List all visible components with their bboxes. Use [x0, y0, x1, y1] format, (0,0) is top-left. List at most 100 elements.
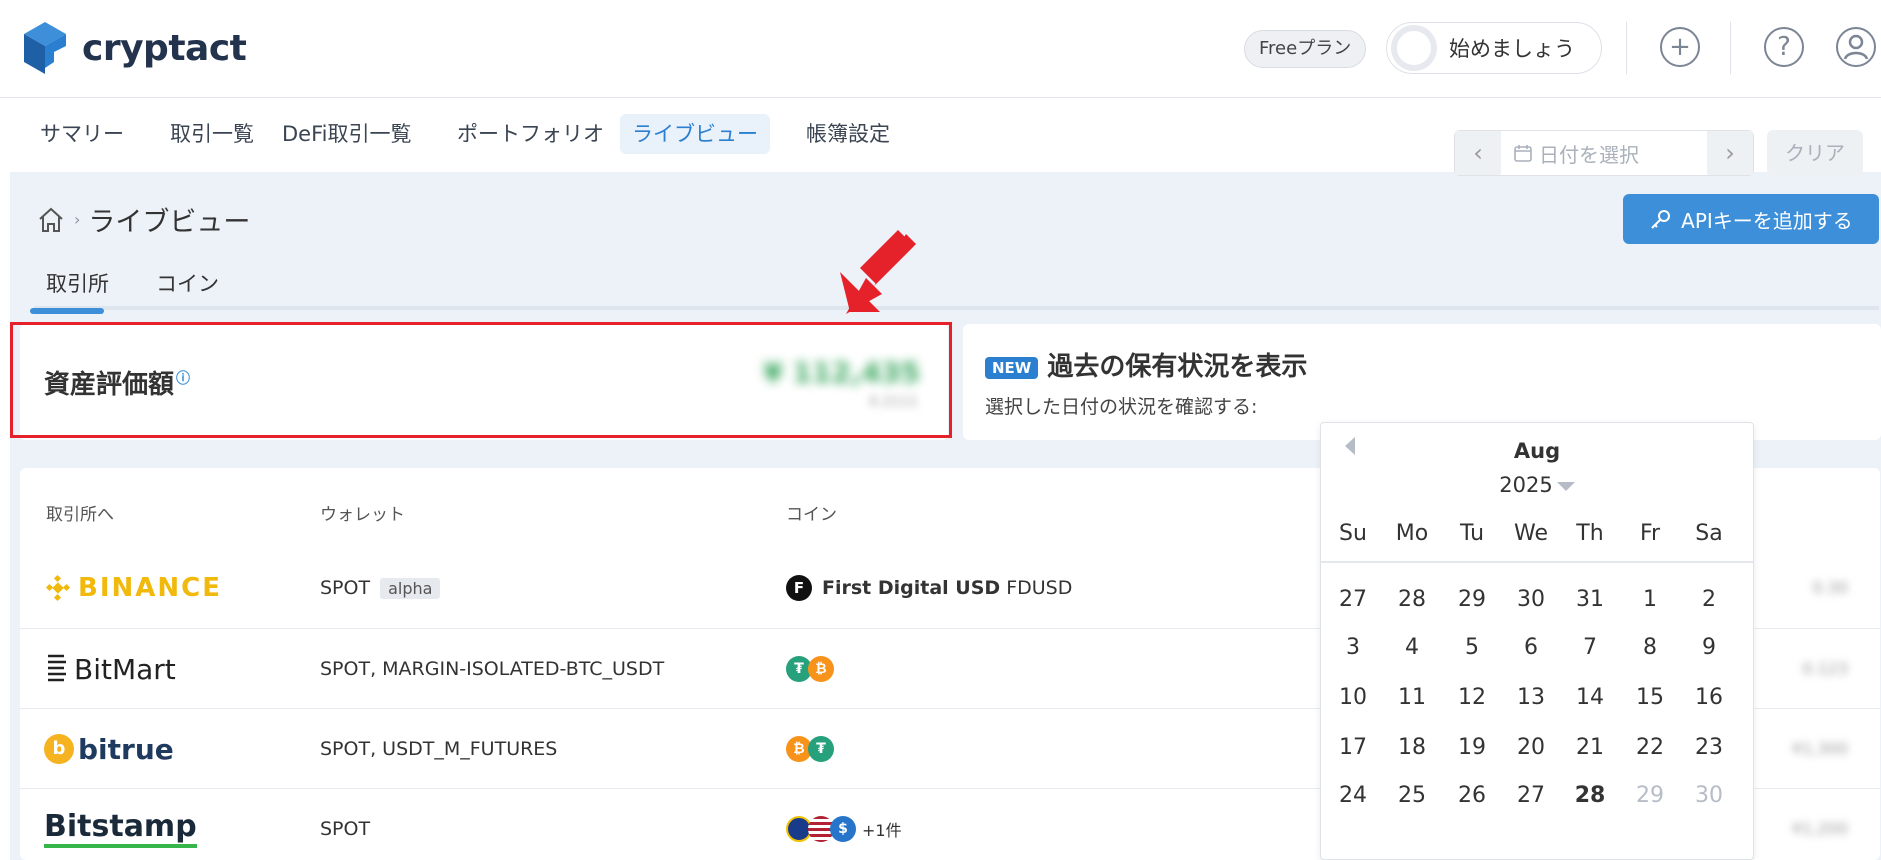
calendar-day[interactable]: 7 [1560, 635, 1620, 660]
column-header-coin: コイン [786, 505, 837, 525]
nav-liveview[interactable]: ライブビュー [620, 114, 770, 154]
calendar-day[interactable]: 20 [1501, 735, 1561, 760]
calendar-day[interactable]: 4 [1382, 635, 1442, 660]
history-title-text: 過去の保有状況を表示 [1047, 352, 1308, 382]
calendar-day[interactable]: 6 [1501, 635, 1561, 660]
calendar-day[interactable]: 29 [1442, 587, 1502, 612]
prev-date-button[interactable]: ‹ [1455, 131, 1501, 175]
getting-started-button[interactable]: 始めましょう [1386, 22, 1602, 74]
calendar-day[interactable]: 3 [1323, 635, 1383, 660]
nav-summary[interactable]: サマリー [28, 114, 136, 154]
column-header-exchange[interactable]: 取引所へ [46, 500, 114, 525]
binance-logo-icon [45, 574, 71, 602]
calendar-day[interactable]: 11 [1382, 685, 1442, 710]
calendar-year-select[interactable]: 2025 [1321, 473, 1753, 497]
calendar-weekday: Su [1339, 521, 1367, 546]
next-date-button[interactable]: › [1707, 131, 1753, 175]
exchange-name: BINANCE [78, 573, 222, 603]
chevron-down-icon [1556, 481, 1575, 491]
help-icon[interactable]: ? [1764, 27, 1804, 67]
tab-coins[interactable]: コイン [156, 268, 219, 298]
nav-ledger-settings[interactable]: 帳簿設定 [794, 114, 902, 154]
row-value: ¥1,300 [1792, 739, 1848, 758]
calendar-day[interactable]: 8 [1620, 635, 1680, 660]
date-picker-group: ‹ 日付を選択 › [1454, 130, 1754, 176]
wallet-cell: SPOT, MARGIN-ISOLATED-BTC_USDT [320, 629, 664, 709]
nav-portfolio[interactable]: ポートフォリオ [445, 114, 616, 154]
calendar-day[interactable]: 28 [1560, 783, 1620, 808]
calendar-day[interactable]: 15 [1620, 685, 1680, 710]
exchange-name: Bitstamp [44, 810, 197, 848]
calendar-day[interactable]: 16 [1679, 685, 1739, 710]
exchange-bitmart: BitMart [44, 629, 176, 709]
add-api-key-button[interactable]: APIキーを追加する [1623, 194, 1879, 244]
calendar-day[interactable]: 26 [1442, 783, 1502, 808]
calendar-day[interactable]: 2 [1679, 587, 1739, 612]
tab-exchanges[interactable]: 取引所 [46, 268, 109, 298]
exchange-binance: BINANCE [44, 548, 222, 628]
date-input[interactable]: 日付を選択 [1501, 131, 1707, 175]
progress-ring-icon [1391, 25, 1437, 71]
fdusd-coin-icon: F [786, 575, 812, 601]
calendar-day[interactable]: 27 [1323, 587, 1383, 612]
calendar-day[interactable]: 12 [1442, 685, 1502, 710]
add-api-key-label: APIキーを追加する [1681, 208, 1853, 233]
calendar-day[interactable]: 18 [1382, 735, 1442, 760]
calendar-day[interactable]: 1 [1620, 587, 1680, 612]
calendar-day: 29 [1636, 783, 1664, 808]
calendar-day[interactable]: 28 [1382, 587, 1442, 612]
annotation-arrow-icon [840, 230, 916, 314]
calendar-day[interactable]: 23 [1679, 735, 1739, 760]
more-coins-count[interactable]: +1件 [862, 817, 902, 841]
usdc-coin-icon: $ [830, 816, 856, 842]
key-icon [1651, 210, 1671, 229]
calendar-day[interactable]: 22 [1620, 735, 1680, 760]
exchange-name: bitrue [78, 732, 174, 766]
subtabs: 取引所 コイン [34, 268, 1879, 310]
bitrue-logo-icon: b [44, 734, 74, 764]
calendar-day[interactable]: 5 [1442, 635, 1502, 660]
breadcrumb-separator: › [74, 210, 81, 229]
wallet-text: SPOT [320, 577, 371, 599]
exchange-bitstamp: Bitstamp [44, 789, 197, 860]
wallet-cell: SPOT alpha [320, 548, 441, 628]
history-subtitle: 選択した日付の状況を確認する: [985, 396, 1258, 418]
column-header-wallet: ウォレット [320, 505, 405, 525]
alpha-tag: alpha [380, 577, 441, 599]
wallet-cell: SPOT, USDT_M_FUTURES [320, 709, 557, 789]
row-value: 0.30 [1812, 578, 1848, 597]
clear-button[interactable]: クリア [1767, 130, 1863, 176]
coin-cell: ₿ ₮ [786, 709, 834, 789]
calendar-day[interactable]: 30 [1501, 587, 1561, 612]
calendar-day[interactable]: 25 [1382, 783, 1442, 808]
row-value: ¥1,200 [1792, 819, 1848, 838]
exchange-bitrue: b bitrue [44, 709, 174, 789]
calendar-day[interactable]: 31 [1560, 587, 1620, 612]
calendar-divider [1321, 561, 1753, 563]
plan-badge[interactable]: Freeプラン [1244, 30, 1367, 68]
calendar-month: Aug [1513, 439, 1561, 463]
home-icon[interactable] [36, 205, 66, 235]
coin-cell: $ +1件 [786, 789, 902, 860]
calendar-weekday: We [1514, 521, 1548, 546]
brand-logo[interactable]: cryptact [24, 22, 247, 74]
coin-name: First Digital USD [822, 577, 1001, 599]
calendar-day[interactable]: 14 [1560, 685, 1620, 710]
cryptact-logo-icon [24, 22, 66, 74]
wallet-cell: SPOT [320, 789, 370, 860]
calendar-weekday: Tu [1459, 521, 1485, 546]
calendar-day[interactable]: 9 [1679, 635, 1739, 660]
nav-defi-transactions[interactable]: DeFi取引一覧 [270, 114, 423, 154]
calendar-day[interactable]: 19 [1442, 735, 1502, 760]
calendar-day[interactable]: 10 [1323, 685, 1383, 710]
getting-started-label: 始めましょう [1449, 37, 1575, 61]
date-placeholder: 日付を選択 [1539, 142, 1639, 167]
calendar-day[interactable]: 13 [1501, 685, 1561, 710]
plus-icon[interactable]: + [1660, 27, 1700, 67]
account-icon[interactable] [1836, 27, 1876, 67]
calendar-day[interactable]: 21 [1560, 735, 1620, 760]
calendar-day[interactable]: 27 [1501, 783, 1561, 808]
calendar-day[interactable]: 24 [1323, 783, 1383, 808]
nav-transactions[interactable]: 取引一覧 [158, 114, 266, 154]
calendar-day[interactable]: 17 [1323, 735, 1383, 760]
